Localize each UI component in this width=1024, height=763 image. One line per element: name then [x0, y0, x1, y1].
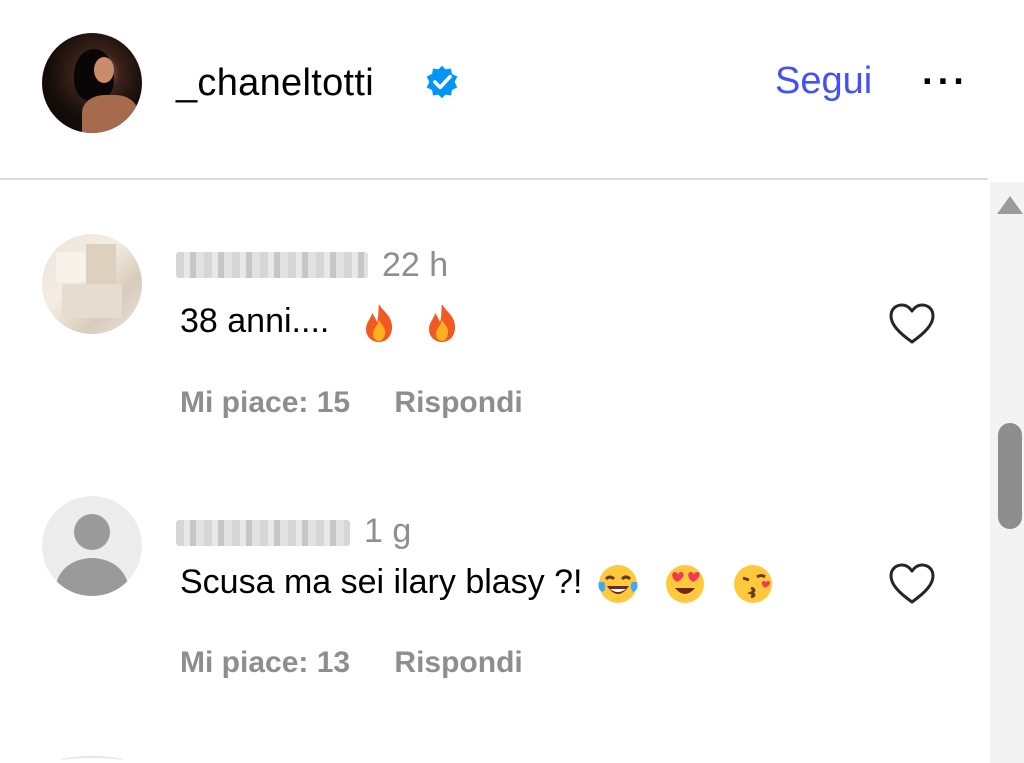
next-comment-avatar[interactable]	[60, 756, 124, 763]
comment-text-content: 38 anni....	[180, 302, 330, 340]
likes-count[interactable]: Mi piace: 13	[180, 646, 350, 679]
post-header: _chaneltotti Segui ···	[0, 0, 990, 178]
like-heart-icon[interactable]	[888, 562, 936, 606]
comment-text: 38 anni....	[180, 302, 462, 344]
commenter-avatar[interactable]	[42, 234, 142, 334]
like-heart-icon[interactable]	[888, 302, 936, 346]
fire-emoji-icon	[429, 304, 456, 343]
username[interactable]: _chaneltotti	[176, 62, 374, 105]
comment-text-content: Scusa ma sei ilary blasy ?!	[180, 562, 583, 601]
comment-time: 22 h	[382, 246, 449, 284]
scroll-up-arrow-icon[interactable]	[997, 196, 1023, 214]
commenter-name-blurred[interactable]	[176, 252, 368, 278]
reply-button[interactable]: Rispondi	[394, 646, 522, 679]
likes-count[interactable]: Mi piace: 15	[180, 386, 350, 419]
more-options-icon[interactable]: ···	[922, 60, 969, 104]
profile-avatar[interactable]	[42, 33, 142, 133]
reply-button[interactable]: Rispondi	[394, 386, 522, 419]
follow-button[interactable]: Segui	[775, 60, 872, 103]
kissing-face-emoji-icon	[733, 565, 772, 603]
comment-time: 1 g	[364, 512, 412, 550]
scrollbar-thumb[interactable]	[998, 423, 1022, 529]
commenter-avatar[interactable]	[42, 496, 142, 596]
tears-of-joy-emoji-icon	[598, 565, 638, 603]
comment-actions: Mi piace: 13 Rispondi	[180, 646, 559, 680]
verified-badge-icon	[426, 65, 458, 99]
divider	[0, 178, 988, 180]
comment-text: Scusa ma sei ilary blasy ?!	[180, 562, 775, 606]
heart-eyes-emoji-icon	[666, 565, 705, 603]
commenter-name-blurred[interactable]	[176, 520, 350, 546]
fire-emoji-icon	[365, 304, 392, 343]
comment-actions: Mi piace: 15 Rispondi	[180, 386, 559, 420]
